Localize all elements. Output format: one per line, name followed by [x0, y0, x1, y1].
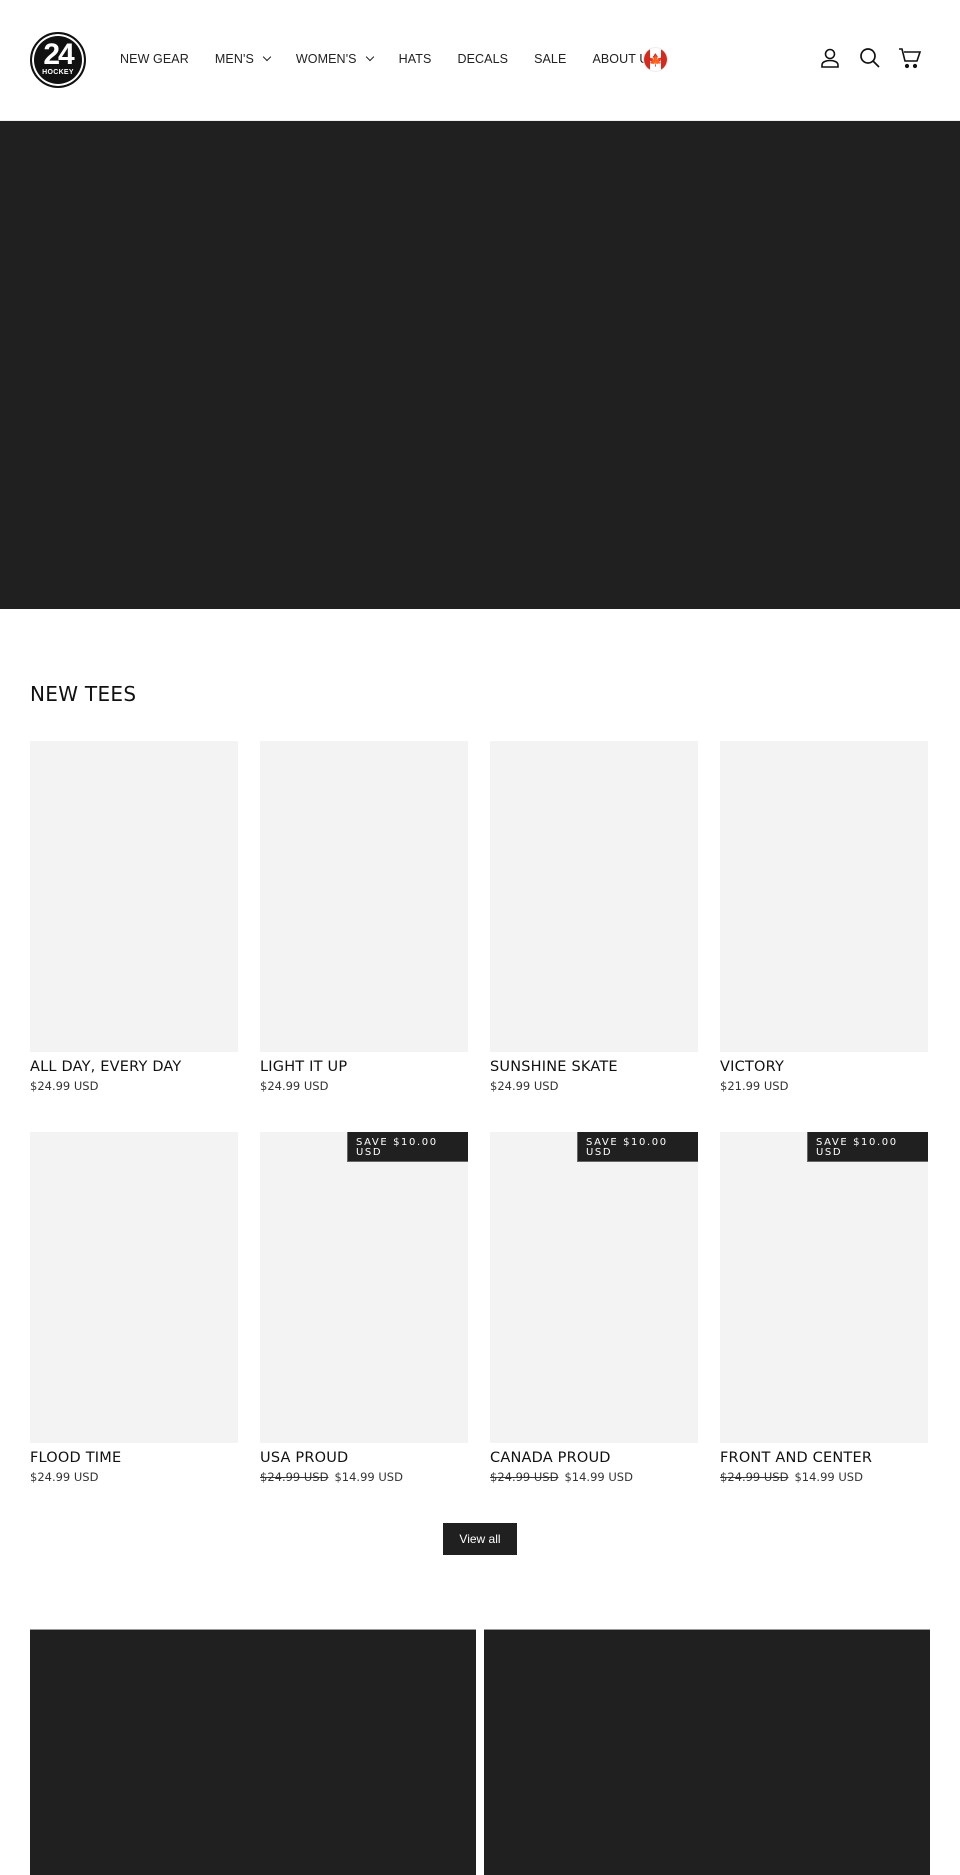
compare-price: $24.99 USD — [490, 1470, 559, 1484]
compare-price: $24.99 USD — [260, 1470, 329, 1484]
product-title[interactable]: USA PROUD — [260, 1450, 468, 1466]
main-nav: NEW GEAR MEN'S WOMEN'S HATS DECALS SALE … — [120, 52, 683, 66]
feature-block-left[interactable] — [30, 1629, 476, 1875]
nav-label: WOMEN'S — [295, 52, 357, 66]
product-price: $24.99 USD $14.99 USD — [260, 1470, 468, 1484]
nav-label: DECALS — [457, 52, 509, 66]
search-icon[interactable] — [858, 46, 882, 70]
product-title[interactable]: FRONT AND CENTER — [720, 1450, 928, 1466]
maple-leaf-icon: 🍁 — [648, 53, 663, 67]
nav-item-mens[interactable]: MEN'S — [214, 52, 272, 66]
product-title[interactable]: ALL DAY, EVERY DAY — [30, 1059, 238, 1075]
product-price: $24.99 USD $14.99 USD — [720, 1470, 928, 1484]
hero-banner — [0, 121, 960, 609]
nav-item-hats[interactable]: HATS — [399, 52, 432, 66]
logo[interactable]: 24 HOCKEY — [30, 32, 86, 88]
product-price: $24.99 USD $14.99 USD — [490, 1470, 698, 1484]
product-card[interactable]: SAVE $10.00 USD CANADA PROUD $24.99 USD $… — [490, 1132, 698, 1523]
sale-badge: SAVE $10.00 USD — [807, 1132, 928, 1162]
product-card[interactable]: SUNSHINE SKATE $24.99 USD — [490, 741, 698, 1132]
product-title[interactable]: LIGHT IT UP — [260, 1059, 468, 1075]
price: $24.99 USD — [260, 1079, 329, 1093]
price: $24.99 USD — [490, 1079, 559, 1093]
site-header: 24 HOCKEY NEW GEAR MEN'S WOMEN'S HATS DE… — [0, 0, 960, 121]
chevron-down-icon — [365, 52, 374, 62]
product-image[interactable] — [260, 741, 468, 1052]
logo-number: 24 — [43, 38, 74, 71]
nav-item-new-gear[interactable]: NEW GEAR — [120, 52, 189, 66]
nav-label: HATS — [398, 52, 432, 66]
product-grid: ALL DAY, EVERY DAY $24.99 USD LIGHT IT U… — [30, 741, 930, 1523]
logo-word: HOCKEY — [42, 69, 74, 76]
sale-price: $14.99 USD — [564, 1470, 633, 1484]
product-price: $21.99 USD — [720, 1079, 928, 1093]
cart-icon[interactable] — [898, 46, 922, 70]
product-card[interactable]: SAVE $10.00 USD FRONT AND CENTER $24.99 … — [720, 1132, 928, 1523]
product-card[interactable]: LIGHT IT UP $24.99 USD — [260, 741, 468, 1132]
price: $24.99 USD — [30, 1470, 99, 1484]
view-all-button[interactable]: View all — [443, 1523, 517, 1555]
product-price: $24.99 USD — [490, 1079, 698, 1093]
product-title[interactable]: VICTORY — [720, 1059, 928, 1075]
product-title[interactable]: FLOOD TIME — [30, 1450, 238, 1466]
product-image[interactable] — [30, 1132, 238, 1443]
product-price: $24.99 USD — [260, 1079, 468, 1093]
canada-flag-icon[interactable]: 🍁 — [643, 47, 668, 72]
nav-item-womens[interactable]: WOMEN'S — [295, 52, 374, 66]
sale-price: $14.99 USD — [794, 1470, 863, 1484]
nav-label: MEN'S — [214, 52, 254, 66]
price: $21.99 USD — [720, 1079, 789, 1093]
section-title: NEW TEES — [30, 682, 137, 706]
product-card[interactable]: FLOOD TIME $24.99 USD — [30, 1132, 238, 1523]
product-card[interactable]: VICTORY $21.99 USD — [720, 741, 928, 1132]
product-image[interactable]: SAVE $10.00 USD — [260, 1132, 468, 1443]
account-icon[interactable] — [818, 46, 842, 70]
nav-item-decals[interactable]: DECALS — [457, 52, 508, 66]
chevron-down-icon — [262, 52, 272, 62]
nav-label: NEW GEAR — [120, 52, 189, 66]
compare-price: $24.99 USD — [720, 1470, 789, 1484]
product-image[interactable]: SAVE $10.00 USD — [720, 1132, 928, 1443]
product-price: $24.99 USD — [30, 1470, 238, 1484]
product-image[interactable] — [720, 741, 928, 1052]
sale-price: $14.99 USD — [334, 1470, 403, 1484]
nav-item-sale[interactable]: SALE — [534, 52, 566, 66]
feature-block-right[interactable] — [484, 1629, 930, 1875]
product-price: $24.99 USD — [30, 1079, 238, 1093]
sale-badge: SAVE $10.00 USD — [347, 1132, 468, 1162]
nav-label: SALE — [534, 52, 567, 66]
product-image[interactable]: SAVE $10.00 USD — [490, 1132, 698, 1443]
product-image[interactable] — [30, 741, 238, 1052]
product-card[interactable]: ALL DAY, EVERY DAY $24.99 USD — [30, 741, 238, 1132]
price: $24.99 USD — [30, 1079, 99, 1093]
product-card[interactable]: SAVE $10.00 USD USA PROUD $24.99 USD $14.… — [260, 1132, 468, 1523]
sale-badge: SAVE $10.00 USD — [577, 1132, 698, 1162]
product-title[interactable]: SUNSHINE SKATE — [490, 1059, 698, 1075]
product-title[interactable]: CANADA PROUD — [490, 1450, 698, 1466]
header-icons — [802, 46, 922, 70]
product-image[interactable] — [490, 741, 698, 1052]
